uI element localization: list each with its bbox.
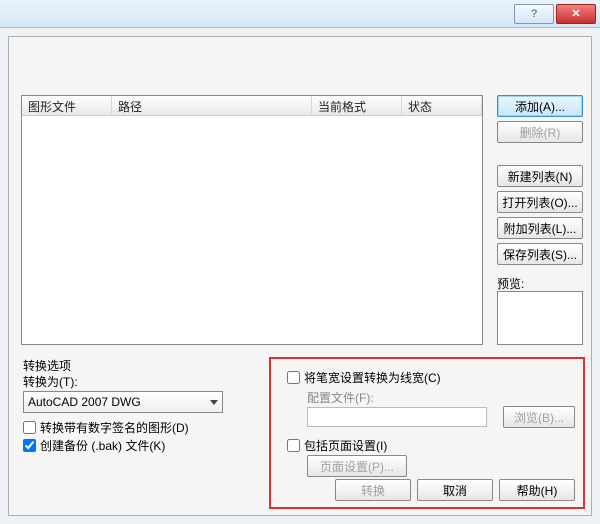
page-setup-checkbox-label: 包括页面设置(I) [304,437,387,454]
bottom-button-row: 转换 取消 帮助(H) [335,479,575,501]
open-list-button[interactable]: 打开列表(O)... [497,191,583,213]
pen-lineweight-checkbox-label: 将笔宽设置转换为线宽(C) [304,369,441,386]
pen-lineweight-checkbox[interactable]: 将笔宽设置转换为线宽(C) [287,369,441,386]
backup-checkbox-label: 创建备份 (.bak) 文件(K) [40,437,165,454]
append-list-button[interactable]: 附加列表(L)... [497,217,583,239]
backup-checkbox[interactable]: 创建备份 (.bak) 文件(K) [23,437,165,454]
chevron-down-icon [210,400,218,405]
options-label: 转换选项 [23,357,71,374]
page-setup-checkbox-input[interactable] [287,439,300,452]
signature-checkbox[interactable]: 转换带有数字签名的图形(D) [23,419,189,436]
preview-box [497,291,583,345]
page-setup-checkbox[interactable]: 包括页面设置(I) [287,437,387,454]
right-button-column: 添加(A)... 删除(R) 新建列表(N) 打开列表(O)... 附加列表(L… [497,95,585,269]
add-button[interactable]: 添加(A)... [497,95,583,117]
col-format[interactable]: 当前格式 [312,96,402,115]
combo-value: AutoCAD 2007 DWG [28,395,141,409]
convert-button: 转换 [335,479,411,501]
pen-lineweight-checkbox-input[interactable] [287,371,300,384]
close-button[interactable]: ✕ [556,4,596,24]
highlighted-section: 将笔宽设置转换为线宽(C) 配置文件(F): 浏览(B)... 包括页面设置(I… [269,357,585,509]
page-setup-button: 页面设置(P)... [307,455,407,477]
browse-button: 浏览(B)... [503,406,575,428]
col-file[interactable]: 图形文件 [22,96,112,115]
preview-label: 预览: [497,275,524,292]
remove-button: 删除(R) [497,121,583,143]
dialog-frame: 图形文件 路径 当前格式 状态 添加(A)... 删除(R) 新建列表(N) 打… [8,36,592,516]
new-list-button[interactable]: 新建列表(N) [497,165,583,187]
col-path[interactable]: 路径 [112,96,312,115]
listview-header: 图形文件 路径 当前格式 状态 [22,96,482,116]
format-combobox[interactable]: AutoCAD 2007 DWG [23,391,223,413]
help-dialog-button[interactable]: 帮助(H) [499,479,575,501]
help-button[interactable]: ? [514,4,554,24]
signature-checkbox-label: 转换带有数字签名的图形(D) [40,419,189,436]
file-listview[interactable]: 图形文件 路径 当前格式 状态 [21,95,483,345]
cancel-button[interactable]: 取消 [417,479,493,501]
config-file-label: 配置文件(F): [307,389,374,406]
titlebar: ? ✕ [0,0,600,28]
convert-to-label: 转换为(T): [23,373,78,390]
config-file-input[interactable] [307,407,487,427]
backup-checkbox-input[interactable] [23,439,36,452]
col-status[interactable]: 状态 [402,96,482,115]
signature-checkbox-input[interactable] [23,421,36,434]
save-list-button[interactable]: 保存列表(S)... [497,243,583,265]
